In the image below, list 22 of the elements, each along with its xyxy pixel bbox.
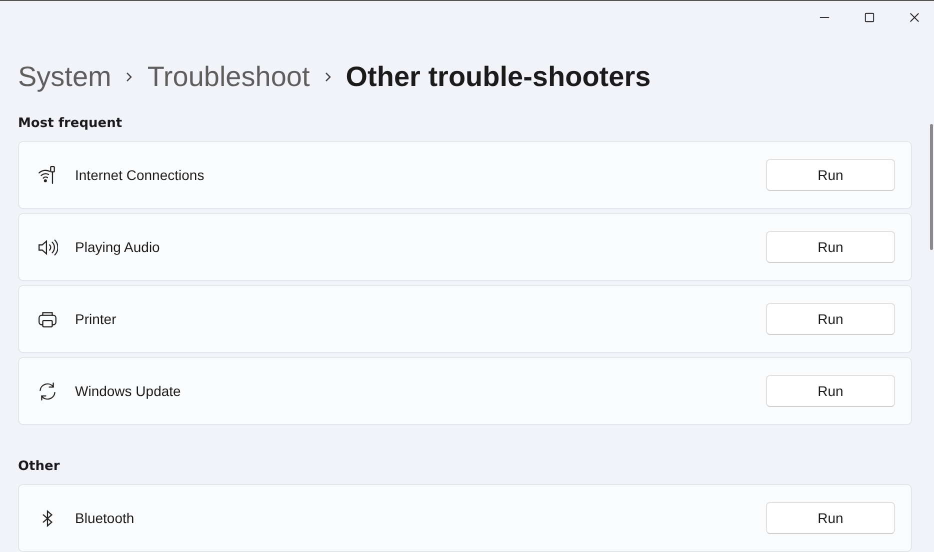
troubleshooter-name: Playing Audio [75,239,161,255]
troubleshooter-name: Printer [75,311,118,327]
refresh-icon [37,380,58,402]
run-button[interactable]: Run [766,375,895,407]
speaker-icon [37,236,58,258]
page-title: Other trouble-shooters [346,61,651,93]
close-icon[interactable] [909,12,920,23]
wifi-icon [37,164,58,186]
breadcrumb-link[interactable]: Troubleshoot [147,61,310,93]
run-button[interactable]: Run [766,159,895,191]
troubleshooter-name: Bluetooth [75,510,136,526]
maximize-icon[interactable] [864,12,875,23]
chevron-icon [324,71,332,83]
section-heading: Most frequent [18,116,124,132]
troubleshooter-name: Internet Connections [75,167,206,183]
run-button[interactable]: Run [766,502,895,534]
run-button[interactable]: Run [766,303,895,335]
run-button[interactable]: Run [766,231,895,263]
section-heading: Other [18,459,61,475]
troubleshooter-name: Windows Update [75,383,182,399]
chevron-icon [125,71,134,83]
breadcrumb-link[interactable]: System [18,61,112,93]
